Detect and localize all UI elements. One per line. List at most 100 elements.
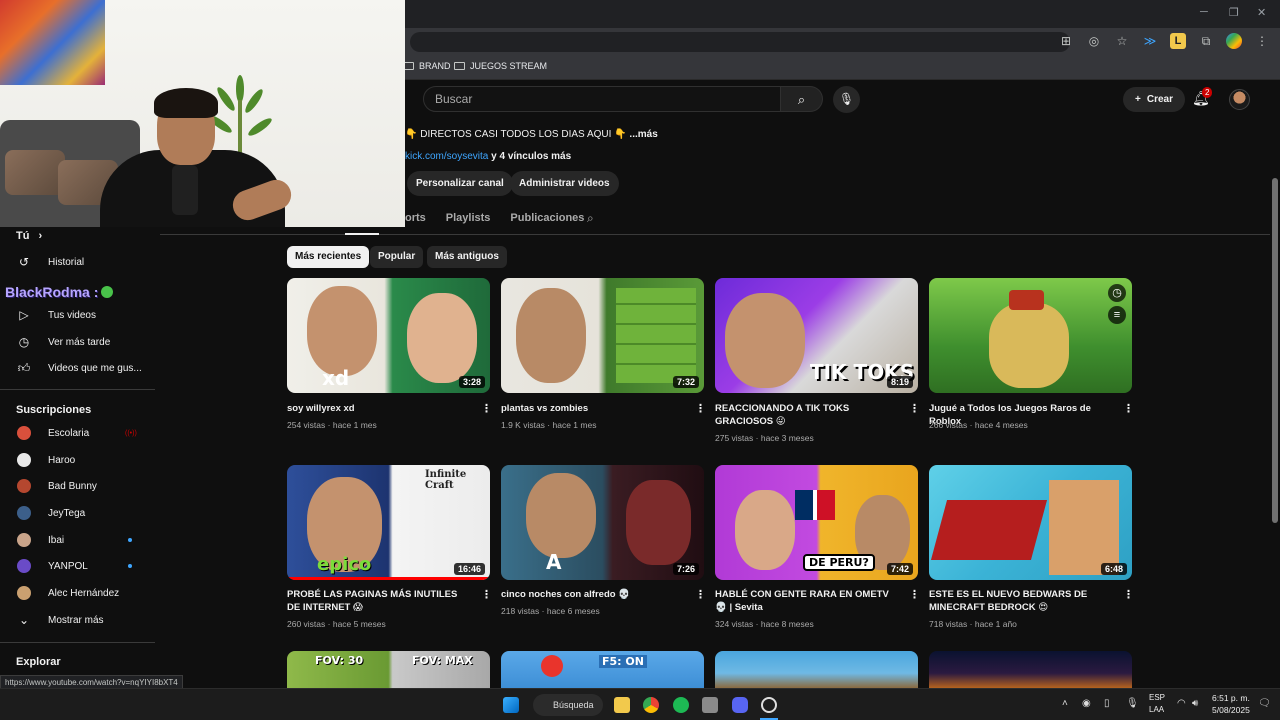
battery-icon[interactable]: ▯ [1104,698,1110,709]
more-links[interactable]: y 4 vínculos más [488,151,571,162]
description-more-link[interactable]: ...más [629,129,657,140]
video-menu-icon[interactable]: ⋮ [695,402,706,415]
sidebar-sub-haroo[interactable]: Haroo [0,447,155,473]
pointing-down-emoji: 👇 [405,129,418,140]
video-menu-icon[interactable]: ⋮ [909,402,920,415]
minimize-button[interactable]: ─ [1200,6,1208,18]
channel-external-link[interactable]: kick.com/soysevita [405,151,488,162]
sidebar-you-heading[interactable]: Tú › [16,230,42,242]
chevron-up-icon[interactable]: ˄ [1062,698,1068,709]
webcam-overlay [0,0,405,227]
obs-icon[interactable] [761,697,777,713]
video-title[interactable]: PROBÉ LAS PAGINAS MÁS INUTILES DE INTERN… [287,588,467,614]
wifi-icon[interactable]: ◠ [1177,698,1186,709]
video-title[interactable]: soy willyrex xd [287,402,467,415]
video-title[interactable]: REACCIONANDO A TIK TOKS GRACIOSOS 😜 [715,402,895,428]
video-thumbnail[interactable]: xd 3:28 [287,278,490,393]
sidebar-show-more[interactable]: ⌄ Mostrar más [0,607,155,633]
tab-shorts[interactable]: orts [405,212,426,224]
language-indicator[interactable]: ESP LAA [1149,692,1165,716]
tab-posts[interactable]: Publicaciones [510,212,584,224]
video-title[interactable]: plantas vs zombies [501,402,681,415]
bookmark-star-icon[interactable]: ☆ [1114,33,1130,49]
webcam-pillow [5,150,65,195]
video-thumbnail[interactable]: Infinite Craft epico 16:46 [287,465,490,580]
video-thumbnail[interactable] [929,651,1132,688]
account-avatar[interactable] [1229,89,1250,110]
file-explorer-icon[interactable] [614,697,630,713]
filter-chip-popular[interactable]: Popular [370,246,424,268]
tray-app-icon[interactable]: ◉ [1082,698,1091,709]
notification-center-icon[interactable]: 🗨︎ [1258,698,1271,709]
chrome-icon[interactable] [643,697,659,713]
video-title[interactable]: cinco noches con alfredo 💀 [501,588,681,601]
sidebar-item-history[interactable]: ↺ Historial [0,249,155,275]
sidebar-sub-alec-hernandez[interactable]: Alec Hernández [0,580,155,606]
app-icon[interactable] [702,697,718,713]
video-menu-icon[interactable]: ⋮ [695,588,706,601]
video-thumbnail[interactable]: TIK TOKS 8:19 [715,278,918,393]
taskbar-search[interactable]: Búsqueda [533,694,603,716]
close-window-button[interactable]: ✕ [1257,6,1266,19]
address-field[interactable] [410,32,1070,52]
video-thumbnail[interactable]: F5: ON [501,651,704,688]
video-menu-icon[interactable]: ⋮ [909,588,920,601]
volume-icon[interactable]: 🔊︎ [1192,698,1198,709]
microphone-icon[interactable]: 🎙 [1126,698,1139,709]
video-thumbnail[interactable]: DE PERU? 7:42 [715,465,918,580]
channel-search-icon[interactable]: ⌕ [587,211,594,226]
extensions-puzzle-icon[interactable]: ⧉ [1198,33,1214,49]
restore-button[interactable]: ❐ [1229,6,1239,19]
video-thumbnail[interactable]: 6:48 [929,465,1132,580]
voice-search-button[interactable]: 🎙 [833,86,860,113]
extension-yellow-icon[interactable]: L [1170,33,1186,49]
extension-blue-icon[interactable]: ≫ [1142,33,1158,49]
notification-count-badge: 2 [1202,87,1213,98]
video-menu-icon[interactable]: ⋮ [1123,402,1134,415]
windows-start-icon[interactable] [503,697,519,713]
add-to-queue-icon[interactable]: ≡ [1108,306,1126,324]
bookmark-brand[interactable]: BRAND [403,61,451,71]
spotify-icon[interactable] [673,697,689,713]
watch-later-icon[interactable]: ◷ [1108,284,1126,302]
sidebar-sub-escolaria[interactable]: Escolaria ((•)) [0,420,155,446]
tab-playlists[interactable]: Playlists [446,212,491,224]
subscriptions-heading[interactable]: Suscripciones [16,404,91,416]
sidebar-divider [0,389,155,390]
video-thumbnail[interactable]: ◷ ≡ [929,278,1132,393]
profile-avatar-icon[interactable] [1226,33,1242,49]
video-menu-icon[interactable]: ⋮ [481,402,492,415]
video-menu-icon[interactable]: ⋮ [481,588,492,601]
sidebar-item-watch-later[interactable]: ◷ Ver más tarde [0,329,155,355]
discord-icon[interactable] [732,697,748,713]
sidebar-item-liked-videos[interactable]: 👍︎ Videos que me gus... [0,355,155,381]
video-thumbnail[interactable]: FOV: 30 FOV: MAX [287,651,490,688]
video-title[interactable]: ESTE ES EL NUEVO BEDWARS DE MINECRAFT BE… [929,588,1109,614]
eye-off-icon[interactable]: ◎ [1086,33,1102,49]
view-count: 718 vistas [929,619,968,629]
install-app-icon[interactable]: ⊞ [1058,33,1074,49]
sidebar-sub-yanpol[interactable]: YANPOL [0,553,155,579]
video-thumbnail[interactable]: 7:32 [501,278,704,393]
video-thumbnail[interactable] [715,651,918,688]
sidebar-item-your-videos[interactable]: ▷ Tus videos [0,302,155,328]
create-button[interactable]: + Crear [1123,87,1185,112]
video-thumbnail[interactable]: A 7:26 [501,465,704,580]
video-menu-icon[interactable]: ⋮ [1123,588,1134,601]
manage-videos-button[interactable]: Administrar videos [510,171,619,196]
taskbar-clock[interactable]: 6:51 p. m. 5/08/2025 [1212,692,1250,716]
sidebar-sub-jeytega[interactable]: JeyTega [0,500,155,526]
scrollbar-thumb[interactable] [1272,178,1278,523]
video-title[interactable]: HABLÉ CON GENTE RARA EN OMETV 💀 | Sevita [715,588,895,614]
channel-description[interactable]: 👇 DIRECTOS CASI TODOS LOS DIAS AQUI 👇 ..… [405,129,658,140]
filter-chip-oldest[interactable]: Más antiguos [427,246,507,268]
search-button[interactable]: ⌕ [781,86,823,112]
filter-chip-recent[interactable]: Más recientes [287,246,370,268]
browser-menu-icon[interactable]: ⋮ [1254,33,1270,49]
bookmark-juegos-stream[interactable]: JUEGOS STREAM [454,61,547,71]
search-input[interactable]: Buscar [423,86,781,112]
sidebar-sub-bad-bunny[interactable]: Bad Bunny [0,473,155,499]
sidebar-sub-ibai[interactable]: Ibai [0,527,155,553]
page-scrollbar[interactable] [1270,80,1280,688]
customize-channel-button[interactable]: Personalizar canal [407,171,513,196]
